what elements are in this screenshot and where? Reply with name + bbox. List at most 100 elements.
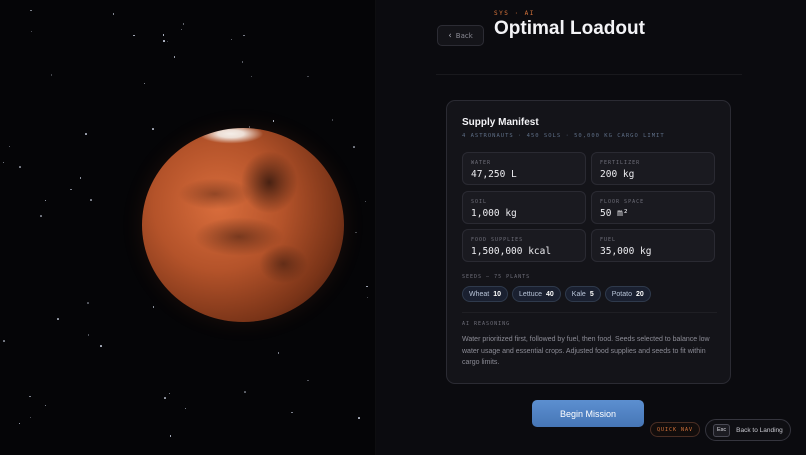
star <box>241 61 243 63</box>
star <box>355 231 357 233</box>
stat-label: SOIL <box>471 199 488 205</box>
star <box>44 199 47 202</box>
star <box>250 75 252 78</box>
star <box>30 9 32 11</box>
stat-label: FOOD SUPPLIES <box>471 237 524 243</box>
star <box>85 133 87 135</box>
star <box>133 34 135 37</box>
star <box>57 318 59 320</box>
star <box>8 145 11 148</box>
stat-value: 1,000 kg <box>471 208 517 219</box>
back-to-landing-label: Back to Landing <box>736 426 783 434</box>
star <box>230 38 233 41</box>
stat-label: WATER <box>471 160 492 166</box>
star <box>152 128 154 130</box>
star <box>168 392 171 394</box>
star <box>152 306 154 308</box>
seed-count: 5 <box>589 290 594 298</box>
star <box>166 40 169 43</box>
back-to-landing-button[interactable]: Esc Back to Landing <box>705 419 791 441</box>
stat-label: FERTILIZER <box>600 160 641 166</box>
stat-value: 1,500,000 kcal <box>471 246 552 257</box>
star <box>19 166 21 168</box>
stat-label: FUEL <box>600 237 617 243</box>
back-button[interactable]: ‹ Back <box>437 25 484 46</box>
star <box>29 416 31 419</box>
star <box>87 302 89 304</box>
star <box>44 404 46 406</box>
star <box>112 13 114 15</box>
seed-chip-potato: Potato 20 <box>604 286 651 302</box>
star <box>164 397 166 399</box>
star <box>277 352 280 354</box>
star <box>162 34 165 36</box>
star <box>90 199 92 201</box>
stat-soil: SOIL 1,000 kg <box>462 191 586 224</box>
esc-key: Esc <box>713 423 731 437</box>
card-divider <box>462 312 717 313</box>
star <box>70 188 72 191</box>
star <box>2 161 5 164</box>
star <box>18 422 20 425</box>
star <box>307 75 309 78</box>
star <box>243 34 245 36</box>
star <box>163 40 165 42</box>
star <box>182 23 185 25</box>
star <box>173 56 176 58</box>
stat-fertilizer: FERTILIZER 200 kg <box>591 152 715 185</box>
star <box>30 30 33 33</box>
seeds-label: SEEDS — 75 PLANTS <box>462 274 531 280</box>
star <box>307 379 309 381</box>
back-button-label: Back <box>455 31 473 40</box>
stat-value: 200 kg <box>600 169 635 180</box>
stat-food-supplies: FOOD SUPPLIES 1,500,000 kcal <box>462 229 586 262</box>
begin-mission-button[interactable]: Begin Mission <box>532 400 644 427</box>
stat-value: 47,250 L <box>471 169 517 180</box>
seed-name: Potato <box>611 290 632 298</box>
seed-name: Kale <box>571 290 586 298</box>
star <box>3 340 5 342</box>
star <box>50 74 53 76</box>
star <box>143 82 146 85</box>
star <box>29 395 31 397</box>
star <box>353 146 355 148</box>
seed-chip-wheat: Wheat 10 <box>462 286 509 302</box>
manifest-title: Supply Manifest <box>462 117 539 128</box>
seed-chip-kale: Kale 5 <box>564 286 601 302</box>
seed-name: Wheat <box>469 290 490 298</box>
mars-planet <box>142 128 344 322</box>
seed-count: 40 <box>546 290 554 298</box>
stat-fuel: FUEL 35,000 kg <box>591 229 715 262</box>
page-title: Optimal Loadout <box>494 18 645 39</box>
stat-value: 35,000 kg <box>600 246 652 257</box>
manifest-subtitle: 4 ASTRONAUTS · 450 SOLS · 50,000 KG CARG… <box>462 133 665 139</box>
star <box>79 177 82 179</box>
ai-reasoning-label: AI REASONING <box>462 321 511 327</box>
quick-nav-badge[interactable]: QUICK NAV <box>650 422 700 437</box>
star <box>366 296 368 298</box>
star <box>366 285 368 288</box>
star <box>169 435 172 437</box>
supply-manifest-card: Supply Manifest 4 ASTRONAUTS · 450 SOLS … <box>446 100 731 384</box>
star <box>244 391 246 393</box>
star <box>180 28 183 31</box>
star <box>184 407 187 410</box>
planet-viewport <box>0 0 375 455</box>
stat-label: FLOOR SPACE <box>600 199 645 205</box>
star <box>358 417 360 419</box>
seed-chips: Wheat 10 Lettuce 40 Kale 5 Potato 20 <box>462 286 651 302</box>
star <box>291 411 293 414</box>
ai-reasoning-text: Water prioritized first, followed by fue… <box>462 336 710 366</box>
section-eyebrow: SYS · AI <box>494 10 535 17</box>
star <box>272 120 275 122</box>
stat-value: 50 m² <box>600 208 629 219</box>
stat-floor-space: FLOOR SPACE 50 m² <box>591 191 715 224</box>
star <box>364 200 367 202</box>
star <box>100 345 102 347</box>
seed-count: 20 <box>635 290 644 298</box>
star <box>87 334 90 336</box>
seed-count: 10 <box>493 290 502 298</box>
star <box>40 215 42 217</box>
seed-chip-lettuce: Lettuce 40 <box>512 286 561 302</box>
header-divider <box>436 74 742 75</box>
